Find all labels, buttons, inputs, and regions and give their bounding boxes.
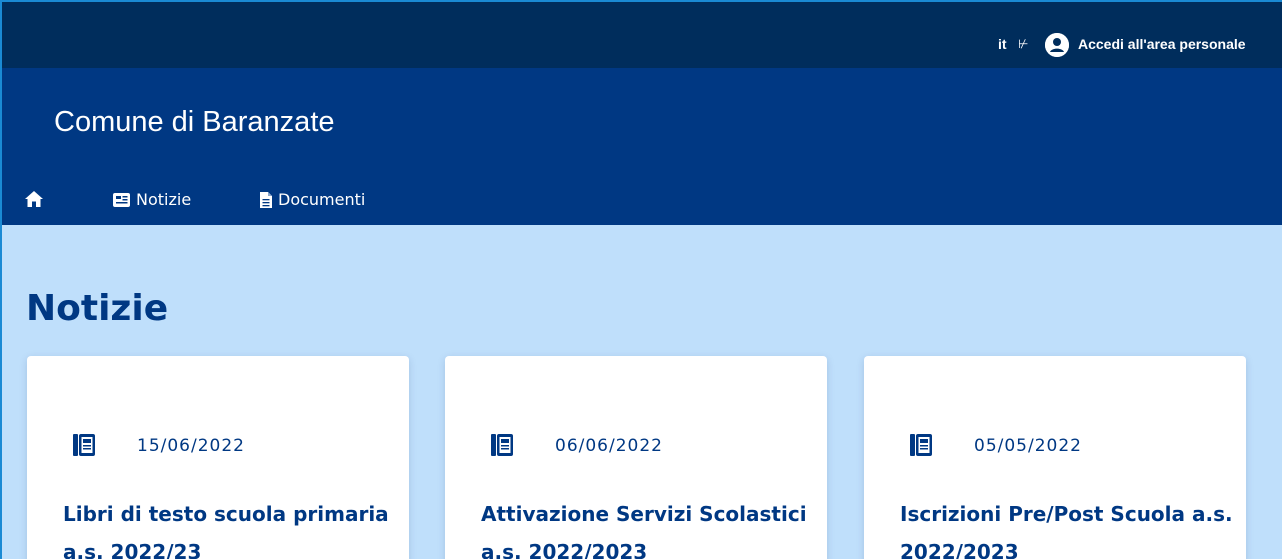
- nav-item-notizie[interactable]: Notizie: [113, 190, 191, 209]
- news-card[interactable]: 05/05/2022 Iscrizioni Pre/Post Scuola a.…: [864, 356, 1246, 559]
- news-title[interactable]: Libri di testo scuola primaria a.s. 2022…: [63, 495, 403, 559]
- news-date: 05/05/2022: [974, 436, 1082, 456]
- news-date: 06/06/2022: [555, 436, 663, 456]
- page-title: Notizie: [26, 288, 169, 329]
- site-title[interactable]: Comune di Baranzate: [54, 106, 335, 139]
- document-icon: [260, 191, 272, 208]
- newspaper-icon: [910, 434, 932, 460]
- newspaper-icon: [491, 434, 513, 460]
- site-header: Comune di Baranzate Notizie Documenti: [2, 68, 1282, 225]
- nav-item-label: Documenti: [278, 190, 366, 209]
- home-icon: [24, 190, 44, 208]
- user-avatar-icon[interactable]: [1045, 33, 1069, 57]
- nav-item-label: Notizie: [136, 190, 192, 209]
- news-title[interactable]: Iscrizioni Pre/Post Scuola a.s. 2022/202…: [900, 495, 1240, 559]
- newspaper-icon: [113, 192, 130, 207]
- chevron-down-icon[interactable]: ⊬: [1018, 37, 1028, 51]
- news-card[interactable]: 15/06/2022 Libri di testo scuola primari…: [27, 356, 409, 559]
- nav-home[interactable]: [24, 190, 44, 208]
- news-title[interactable]: Attivazione Servizi Scolastici a.s. 2022…: [481, 495, 821, 559]
- main-content: Notizie 15/06/2022 Libri di testo scuola…: [2, 225, 1282, 559]
- news-card[interactable]: 06/06/2022 Attivazione Servizi Scolastic…: [445, 356, 827, 559]
- language-selector[interactable]: it: [998, 36, 1007, 52]
- newspaper-icon: [73, 434, 95, 460]
- nav-item-documenti[interactable]: Documenti: [260, 190, 365, 209]
- news-date: 15/06/2022: [137, 436, 245, 456]
- login-link[interactable]: Accedi all'area personale: [1078, 36, 1246, 52]
- top-utility-bar: it ⊬ Accedi all'area personale: [2, 2, 1282, 68]
- browser-viewport: it ⊬ Accedi all'area personale Comune di…: [0, 0, 1282, 559]
